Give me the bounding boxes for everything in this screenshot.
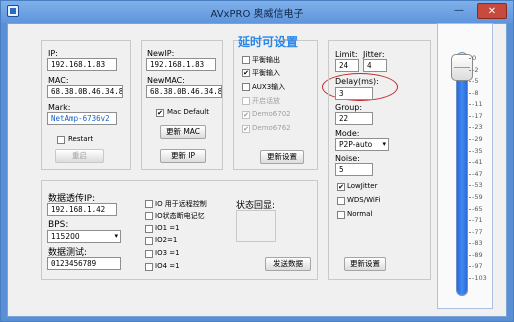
volume-tick-label: -65 — [469, 205, 490, 213]
volume-tick-label: -97 — [469, 262, 490, 270]
io-remote-control-checkbox[interactable] — [145, 200, 153, 208]
minimize-button[interactable]: — — [451, 3, 467, 19]
update-settings-button-params[interactable]: 更新设置 — [344, 257, 386, 271]
volume-track[interactable] — [456, 52, 468, 296]
mode-label: Mode: — [335, 129, 360, 138]
balanced-input-checkbox[interactable]: ✔ — [242, 69, 250, 77]
restart-label: Restart — [68, 135, 94, 143]
normal-label: Normal — [347, 210, 373, 218]
demo6762-label: Demo6762 — [252, 124, 291, 132]
volume-tick-label: -5 — [469, 77, 490, 85]
new-mac-label: NewMAC: — [147, 76, 185, 85]
aux3-input-label: AUX3输入 — [252, 83, 286, 91]
bps-label: BPS: — [48, 220, 69, 230]
mark-label: Mark: — [48, 103, 71, 112]
volume-tick-label: -47 — [469, 170, 490, 178]
delay-label: Delay(ms): — [335, 77, 379, 86]
restart-checkbox[interactable] — [57, 136, 65, 144]
close-button[interactable]: ✕ — [477, 3, 507, 19]
volume-tick-label: -2 — [469, 66, 490, 74]
volume-fill — [457, 69, 467, 295]
reboot-button[interactable]: 重启 — [55, 149, 104, 163]
demo6762-checkbox[interactable]: ✔ — [242, 125, 250, 133]
io-power-memory-label: IO状态断电记忆 — [155, 212, 205, 220]
low-jitter-label: LowJitter — [347, 182, 378, 190]
volume-tick-label: 0 — [469, 54, 490, 62]
normal-checkbox[interactable] — [337, 211, 345, 219]
mic-amp-checkbox[interactable] — [242, 97, 250, 105]
bps-select-value: 115200 — [51, 232, 80, 241]
data-test-field[interactable]: 0123456789 — [47, 257, 121, 270]
balanced-output-label: 平衡输出 — [252, 56, 280, 64]
balanced-input-label: 平衡输入 — [252, 69, 280, 77]
jitter-label: Jitter: — [363, 50, 385, 59]
title-bar[interactable]: AVxPRO 奥威信电子 — ✕ — [1, 1, 513, 23]
new-mac-field[interactable]: 68.38.0B.46.34.8E — [146, 85, 222, 98]
new-ip-field[interactable]: 192.168.1.83 — [146, 58, 216, 71]
send-data-button[interactable]: 发送数据 — [265, 257, 311, 271]
mac-label: MAC: — [48, 76, 69, 85]
volume-tick-label: -103 — [469, 274, 490, 282]
noise-label: Noise: — [335, 154, 360, 163]
mode-select[interactable]: P2P-auto ▾ — [335, 138, 389, 151]
chevron-down-icon: ▾ — [382, 140, 386, 148]
io4-label: IO4 =1 — [155, 262, 180, 270]
io1-checkbox[interactable] — [145, 225, 153, 233]
limit-field[interactable]: 24 — [335, 59, 359, 72]
io3-label: IO3 =1 — [155, 249, 180, 257]
mac-default-checkbox[interactable]: ✔ — [156, 109, 164, 117]
group-field[interactable]: 22 — [335, 112, 373, 125]
chevron-down-icon: ▾ — [114, 232, 118, 240]
volume-tick-label: -17 — [469, 112, 490, 120]
io2-checkbox[interactable] — [145, 237, 153, 245]
demo6702-label: Demo6702 — [252, 110, 291, 118]
update-mac-button[interactable]: 更新 MAC — [160, 125, 206, 139]
io-remote-control-label: IO 用于远程控制 — [155, 200, 207, 208]
volume-tick-label: -77 — [469, 228, 490, 236]
volume-tick-label: -59 — [469, 193, 490, 201]
group-label: Group: — [335, 103, 363, 112]
demo6702-checkbox[interactable]: ✔ — [242, 111, 250, 119]
volume-tick-label: -8 — [469, 89, 490, 97]
volume-tick-label: -23 — [469, 123, 490, 131]
passthrough-ip-field[interactable]: 192.168.1.42 — [47, 203, 117, 216]
jitter-field[interactable]: 4 — [363, 59, 387, 72]
delay-annotation: 延时可设置 — [238, 35, 299, 49]
delay-field[interactable]: 3 — [335, 87, 373, 100]
update-settings-button-modes[interactable]: 更新设置 — [260, 150, 304, 164]
window-title: AVxPRO 奥威信电子 — [210, 9, 304, 20]
aux3-input-checkbox[interactable] — [242, 83, 250, 91]
volume-tick-label: -89 — [469, 251, 490, 259]
volume-tick-label: -41 — [469, 158, 490, 166]
volume-tick-label: -35 — [469, 147, 490, 155]
io1-label: IO1 =1 — [155, 224, 180, 232]
low-jitter-checkbox[interactable]: ✔ — [337, 183, 345, 191]
io2-label: IO2=1 — [155, 236, 178, 244]
io3-checkbox[interactable] — [145, 250, 153, 258]
noise-field[interactable]: 5 — [335, 163, 373, 176]
io-power-memory-checkbox[interactable] — [145, 212, 153, 220]
mark-field[interactable]: NetAmp-6736v2 — [47, 112, 117, 125]
ip-field[interactable]: 192.168.1.83 — [47, 58, 117, 71]
mic-amp-label: 开启话放 — [252, 97, 280, 105]
update-ip-button[interactable]: 更新 IP — [160, 149, 206, 163]
mode-select-value: P2P-auto — [339, 140, 373, 149]
mac-field[interactable]: 68.38.0B.46.34.8E — [47, 85, 123, 98]
volume-tick-label: -29 — [469, 135, 490, 143]
volume-tick-label: -11 — [469, 100, 490, 108]
volume-tick-label: -71 — [469, 216, 490, 224]
bps-select[interactable]: 115200 ▾ — [47, 230, 121, 243]
volume-tick-label: -83 — [469, 239, 490, 247]
status-echo-display — [236, 210, 276, 242]
new-ip-label: NewIP: — [147, 49, 175, 58]
io4-checkbox[interactable] — [145, 263, 153, 271]
limit-label: Limit: — [335, 50, 358, 59]
wds-wifi-checkbox[interactable] — [337, 197, 345, 205]
wds-wifi-label: WDS/WiFi — [347, 196, 381, 204]
balanced-output-checkbox[interactable] — [242, 56, 250, 64]
volume-tick-label: -53 — [469, 181, 490, 189]
ip-label: IP: — [48, 49, 58, 58]
mac-default-label: Mac Default — [167, 108, 209, 116]
